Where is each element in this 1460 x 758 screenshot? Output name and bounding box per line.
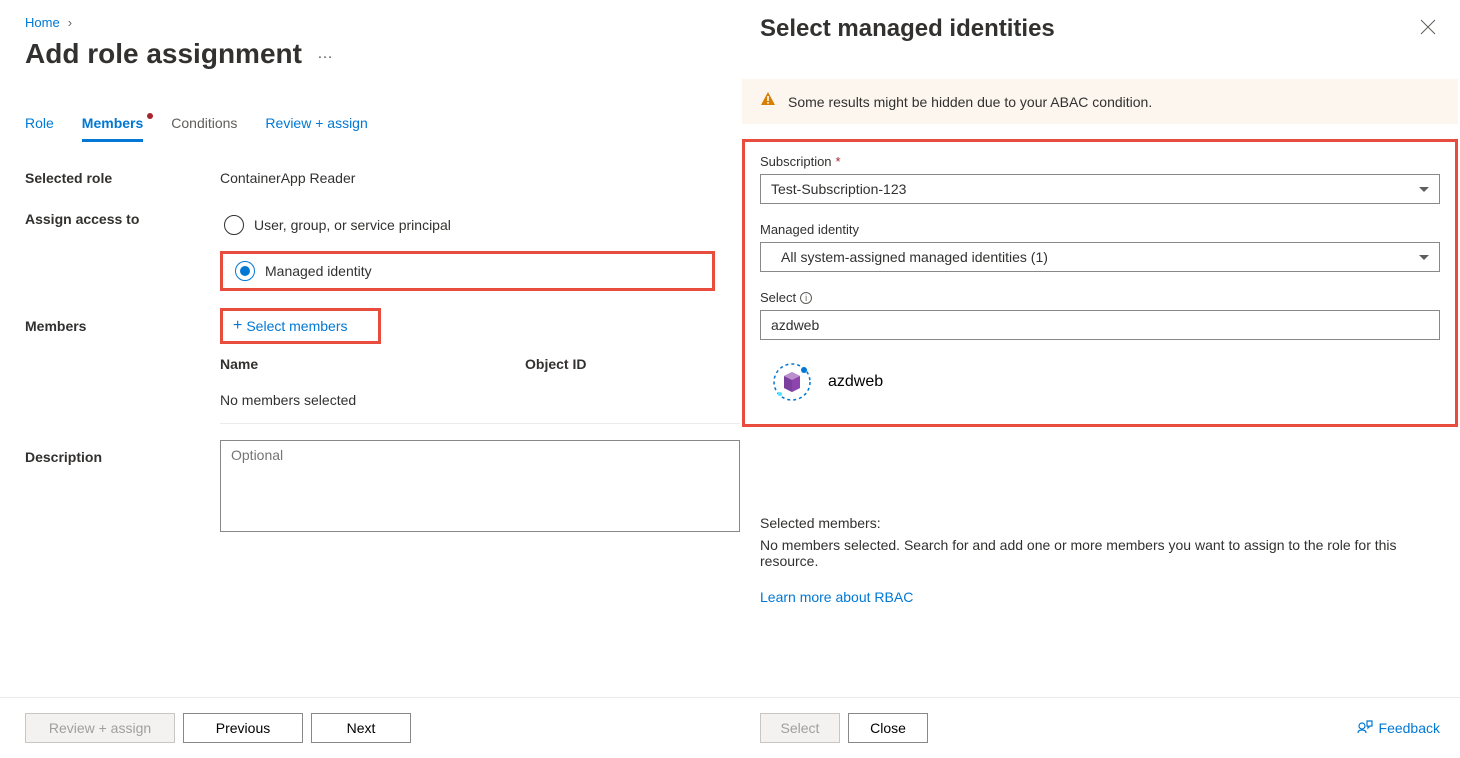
radio-icon: [235, 261, 255, 281]
chevron-down-icon: [1419, 187, 1429, 192]
members-label: Members: [25, 308, 220, 334]
assign-access-label: Assign access to: [25, 211, 220, 227]
tab-role[interactable]: Role: [25, 115, 54, 142]
radio-managed-identity-label: Managed identity: [265, 263, 372, 279]
breadcrumb: Home ›: [25, 15, 715, 30]
search-result-item[interactable]: azdweb: [760, 360, 1440, 404]
table-empty-state: No members selected: [220, 382, 740, 408]
feedback-icon: [1357, 719, 1373, 738]
managed-identity-field: Managed identity All system-assigned man…: [760, 222, 1440, 272]
managed-identity-label: Managed identity: [760, 222, 859, 237]
breadcrumb-home[interactable]: Home: [25, 15, 60, 30]
select-members-label: Select members: [246, 318, 347, 334]
next-button[interactable]: Next: [311, 713, 411, 743]
tabs: Role Members Conditions Review + assign: [25, 115, 715, 142]
highlight-box-managed: Managed identity: [220, 251, 715, 291]
main-content: Home › Add role assignment … Role Member…: [0, 0, 740, 552]
selected-role-label: Selected role: [25, 170, 220, 186]
tab-members-label: Members: [82, 115, 143, 131]
members-table: Name Object ID No members selected: [220, 356, 740, 424]
tab-conditions[interactable]: Conditions: [171, 115, 237, 142]
subscription-field: Subscription * Test-Subscription-123: [760, 154, 1440, 204]
selected-members-section: Selected members: No members selected. S…: [760, 515, 1440, 605]
select-field: Select i: [760, 290, 1440, 340]
select-search-input[interactable]: [760, 310, 1440, 340]
selected-role-row: Selected role ContainerApp Reader: [25, 170, 715, 186]
panel-select-button: Select: [760, 713, 840, 743]
tab-review-assign[interactable]: Review + assign: [265, 115, 367, 142]
subscription-label: Subscription: [760, 154, 832, 169]
plus-icon: +: [233, 317, 242, 335]
managed-identity-select[interactable]: All system-assigned managed identities (…: [760, 242, 1440, 272]
highlight-box-select-members: + Select members: [220, 308, 381, 344]
radio-icon: [224, 215, 244, 235]
page-title: Add role assignment: [25, 38, 302, 70]
panel-form-highlight: Subscription * Test-Subscription-123 Man…: [742, 139, 1458, 427]
warning-text: Some results might be hidden due to your…: [788, 94, 1152, 110]
page-header: Add role assignment …: [25, 38, 715, 70]
chevron-down-icon: [1419, 255, 1429, 260]
managed-identity-value: All system-assigned managed identities (…: [771, 249, 1048, 265]
select-label: Select: [760, 290, 796, 305]
subscription-select[interactable]: Test-Subscription-123: [760, 174, 1440, 204]
previous-button[interactable]: Previous: [183, 713, 303, 743]
panel-header: Select managed identities: [760, 15, 1440, 44]
selected-members-label: Selected members:: [760, 515, 1440, 531]
select-members-button[interactable]: + Select members: [233, 317, 348, 335]
description-input[interactable]: [220, 440, 740, 532]
learn-more-link[interactable]: Learn more about RBAC: [760, 589, 913, 605]
description-label: Description: [25, 449, 220, 465]
radio-user-group[interactable]: User, group, or service principal: [220, 211, 715, 239]
members-row: Members + Select members: [25, 308, 715, 344]
column-object-id[interactable]: Object ID: [525, 356, 586, 372]
subscription-value: Test-Subscription-123: [771, 181, 906, 197]
assign-access-radio-group: User, group, or service principal Manage…: [220, 211, 715, 291]
close-icon[interactable]: [1416, 15, 1440, 44]
radio-managed-identity[interactable]: Managed identity: [231, 257, 376, 285]
feedback-label: Feedback: [1379, 720, 1440, 736]
chevron-right-icon: ›: [68, 15, 72, 30]
side-panel: Select managed identities Some results m…: [740, 0, 1460, 758]
panel-title: Select managed identities: [760, 15, 1055, 43]
required-icon: *: [836, 154, 841, 169]
radio-user-group-label: User, group, or service principal: [254, 217, 451, 233]
panel-footer: Select Close Feedback: [740, 697, 1460, 758]
unsaved-indicator-icon: [147, 113, 153, 119]
feedback-link[interactable]: Feedback: [1357, 719, 1440, 738]
assign-access-row: Assign access to User, group, or service…: [25, 211, 715, 291]
selected-role-value: ContainerApp Reader: [220, 170, 715, 186]
tab-members[interactable]: Members: [82, 115, 143, 142]
selected-members-text: No members selected. Search for and add …: [760, 537, 1440, 569]
panel-close-button[interactable]: Close: [848, 713, 928, 743]
warning-banner: Some results might be hidden due to your…: [742, 79, 1458, 124]
column-name[interactable]: Name: [220, 356, 525, 372]
result-name: azdweb: [828, 373, 883, 391]
warning-icon: [760, 91, 776, 112]
more-actions-button[interactable]: …: [317, 45, 334, 63]
review-assign-button: Review + assign: [25, 713, 175, 743]
container-app-icon: [770, 360, 814, 404]
info-icon[interactable]: i: [800, 292, 812, 304]
